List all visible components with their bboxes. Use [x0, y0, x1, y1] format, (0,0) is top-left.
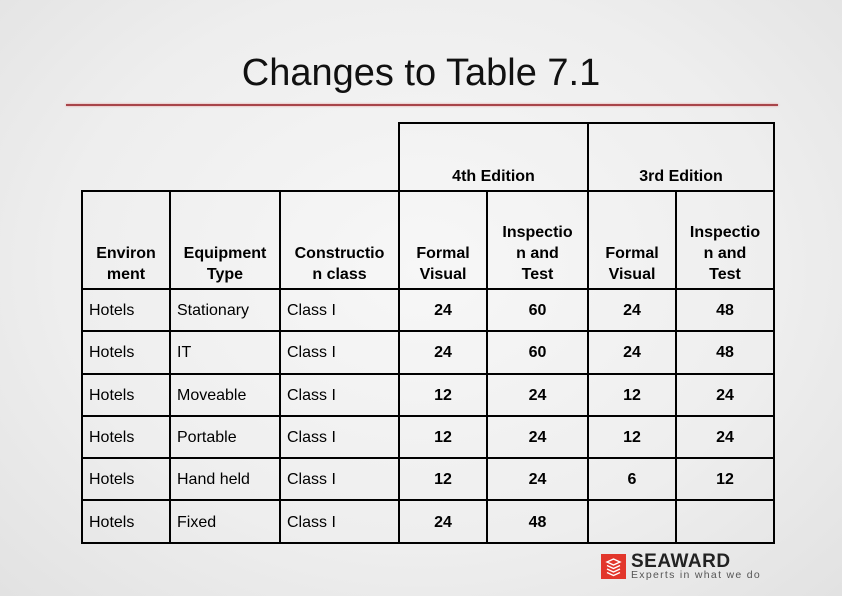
logo-tagline: Experts in what we do [631, 569, 762, 581]
construction-class-cell: Class I [279, 330, 400, 375]
empty-header-cell [82, 123, 399, 192]
edition-header-4th: 4th Edition [398, 122, 589, 192]
column-header-line: Test [521, 266, 554, 283]
column-header-line: Inspectio [689, 224, 761, 241]
interval-cell: 24 [675, 414, 775, 460]
column-header: Formal Visual [398, 190, 488, 290]
environment-cell: Hotels [81, 372, 171, 417]
interval-cell: 12 [398, 414, 488, 460]
interval-cell: 24 [486, 372, 589, 417]
seaward-logo: SEAWARD Experts in what we do [600, 552, 765, 582]
column-header-line: Constructio [294, 245, 385, 262]
construction-class-cell: Class I [279, 499, 400, 544]
column-header: Inspectio n and Test [675, 190, 775, 290]
environment-cell: Hotels [81, 330, 171, 375]
column-header: Formal Visual [587, 190, 677, 290]
environment-cell: Hotels [81, 499, 171, 544]
interval-cell: 24 [587, 287, 677, 333]
interval-cell: 24 [675, 372, 775, 417]
column-header-line: n class [312, 266, 367, 283]
table-row: Hotels IT Class I 24 60 24 48 [81, 330, 775, 375]
interval-cell [587, 499, 677, 544]
table-row: Hotels Stationary Class I 24 60 24 48 [81, 287, 775, 333]
table-row: Hotels Fixed Class I 24 48 [81, 499, 775, 544]
equipment-type-cell: Moveable [169, 372, 281, 417]
column-header: Inspectio n and Test [486, 190, 589, 290]
interval-cell [675, 499, 775, 544]
interval-cell: 48 [675, 287, 775, 333]
column-header: Environ ment [81, 190, 171, 290]
equipment-type-cell: IT [169, 330, 281, 375]
column-header-line: Environ [96, 245, 156, 262]
table-row: Hotels Hand held Class I 12 24 6 12 [81, 457, 775, 502]
environment-cell: Hotels [81, 414, 171, 460]
construction-class-cell: Class I [279, 372, 400, 417]
interval-cell: 60 [486, 330, 589, 375]
construction-class-cell: Class I [279, 414, 400, 460]
interval-cell: 12 [398, 372, 488, 417]
title-divider [66, 104, 778, 106]
interval-cell: 48 [675, 330, 775, 375]
column-header: Equipment Type [169, 190, 281, 290]
column-header: Constructio n class [279, 190, 400, 290]
environment-cell: Hotels [81, 287, 171, 333]
column-header-line: Inspectio [502, 224, 573, 241]
table-row: Hotels Portable Class I 12 24 12 24 [81, 414, 775, 460]
slide-title: Changes to Table 7.1 [241, 52, 601, 94]
interval-cell: 24 [398, 287, 488, 333]
interval-cell: 12 [587, 372, 677, 417]
interval-cell: 24 [486, 457, 589, 502]
table-body: Hotels Stationary Class I 24 60 24 48 Hotels IT C… [81, 287, 775, 544]
column-header-line: Formal [416, 245, 470, 262]
construction-class-cell: Class I [279, 287, 400, 333]
equipment-type-cell: Portable [169, 414, 281, 460]
equipment-type-cell: Stationary [169, 287, 281, 333]
interval-cell: 48 [486, 499, 589, 544]
table-row: Hotels Moveable Class I 12 24 12 24 [81, 372, 775, 417]
column-header-line: n and [703, 245, 747, 262]
column-header-line: Equipment [183, 245, 267, 262]
equipment-type-cell: Fixed [169, 499, 281, 544]
interval-cell: 24 [398, 330, 488, 375]
inspection-table: 4th Edition 3rd Edition Environ ment Equip… [81, 122, 775, 544]
interval-cell: 6 [587, 457, 677, 502]
interval-cell: 12 [587, 414, 677, 460]
column-header-line: Type [206, 266, 244, 283]
construction-class-cell: Class I [279, 457, 400, 502]
column-header-line: Test [709, 266, 741, 283]
column-header-line: ment [106, 266, 146, 283]
interval-cell: 12 [675, 457, 775, 502]
interval-cell: 24 [486, 414, 589, 460]
edition-header-row: 4th Edition 3rd Edition [82, 122, 775, 192]
interval-cell: 24 [398, 499, 488, 544]
interval-cell: 60 [486, 287, 589, 333]
column-header-line: n and [516, 245, 559, 262]
column-header-line: Visual [608, 266, 656, 283]
environment-cell: Hotels [81, 457, 171, 502]
interval-cell: 24 [587, 330, 677, 375]
column-header-line: Formal [605, 245, 659, 262]
edition-header-3rd: 3rd Edition [587, 122, 775, 192]
equipment-type-cell: Hand held [169, 457, 281, 502]
interval-cell: 12 [398, 457, 488, 502]
seaward-logo-icon [601, 554, 626, 579]
column-header-row: Environ ment Equipment Type Constructio n cla… [81, 190, 775, 290]
column-header-line: Visual [419, 266, 467, 283]
